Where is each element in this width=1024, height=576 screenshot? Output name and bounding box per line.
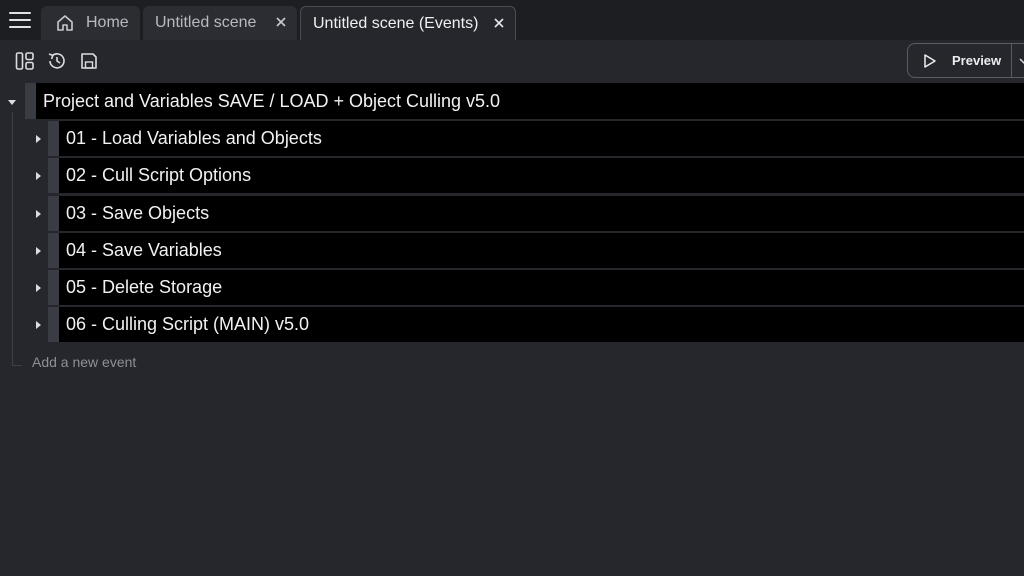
tab-events-label: Untitled scene (Events) bbox=[313, 14, 479, 32]
event-group-item-title: 01 - Load Variables and Objects bbox=[66, 128, 322, 148]
close-icon[interactable] bbox=[274, 15, 288, 29]
event-group-item-title: 02 - Cull Script Options bbox=[66, 165, 252, 185]
expand-arrow-icon[interactable] bbox=[33, 209, 43, 219]
home-icon bbox=[57, 15, 73, 31]
hamburger-menu-icon[interactable] bbox=[9, 12, 31, 30]
drag-handle[interactable] bbox=[48, 307, 59, 342]
chevron-down-icon[interactable] bbox=[1019, 57, 1024, 65]
tab-home[interactable]: Home bbox=[41, 6, 140, 40]
tab-scene-label: Untitled scene bbox=[155, 14, 257, 31]
drag-handle[interactable] bbox=[48, 233, 59, 268]
tab-bar: Home Untitled scene Untitled scene (Even… bbox=[0, 0, 1024, 40]
tree-line bbox=[12, 365, 22, 366]
drag-handle[interactable] bbox=[48, 270, 59, 305]
drag-handle[interactable] bbox=[48, 196, 59, 231]
collapse-arrow-icon[interactable] bbox=[7, 97, 17, 107]
panels-layout-icon[interactable] bbox=[14, 50, 36, 72]
drag-handle[interactable] bbox=[48, 121, 59, 156]
tab-scene[interactable]: Untitled scene bbox=[143, 6, 297, 40]
history-icon[interactable] bbox=[46, 50, 68, 72]
expand-arrow-icon[interactable] bbox=[33, 134, 43, 144]
event-group-title: Project and Variables SAVE / LOAD + Obje… bbox=[43, 90, 501, 111]
close-icon[interactable] bbox=[492, 16, 506, 30]
toolbar bbox=[0, 40, 1024, 82]
event-group-item[interactable]: 04 - Save Variables bbox=[48, 233, 1024, 268]
event-group-item[interactable]: 01 - Load Variables and Objects bbox=[48, 121, 1024, 156]
event-group-item[interactable]: 02 - Cull Script Options bbox=[48, 158, 1024, 193]
expand-arrow-icon[interactable] bbox=[33, 320, 43, 330]
drag-handle[interactable] bbox=[25, 83, 36, 119]
event-group-item-title: 05 - Delete Storage bbox=[66, 277, 223, 297]
event-group-item[interactable]: 05 - Delete Storage bbox=[48, 270, 1024, 305]
add-new-event-link[interactable]: Add a new event bbox=[32, 354, 136, 370]
event-group[interactable]: Project and Variables SAVE / LOAD + Obje… bbox=[25, 83, 1024, 119]
event-group-item-title: 06 - Culling Script (MAIN) v5.0 bbox=[66, 314, 310, 334]
event-group-item[interactable]: 03 - Save Objects bbox=[48, 196, 1024, 231]
tab-home-label: Home bbox=[86, 14, 129, 31]
tree-line bbox=[12, 112, 13, 365]
preview-button[interactable]: Preview bbox=[907, 43, 1024, 78]
expand-arrow-icon[interactable] bbox=[33, 246, 43, 256]
expand-arrow-icon[interactable] bbox=[33, 171, 43, 181]
drag-handle[interactable] bbox=[48, 158, 59, 193]
preview-divider bbox=[1011, 44, 1012, 77]
expand-arrow-icon[interactable] bbox=[33, 283, 43, 293]
play-icon bbox=[924, 54, 936, 68]
save-icon[interactable] bbox=[78, 50, 100, 72]
event-group-item-title: 04 - Save Variables bbox=[66, 240, 222, 260]
tab-scene-events[interactable]: Untitled scene (Events) bbox=[300, 6, 516, 40]
preview-label: Preview bbox=[952, 53, 1002, 68]
event-group-item-title: 03 - Save Objects bbox=[66, 203, 210, 223]
event-group-item[interactable]: 06 - Culling Script (MAIN) v5.0 bbox=[48, 307, 1024, 342]
